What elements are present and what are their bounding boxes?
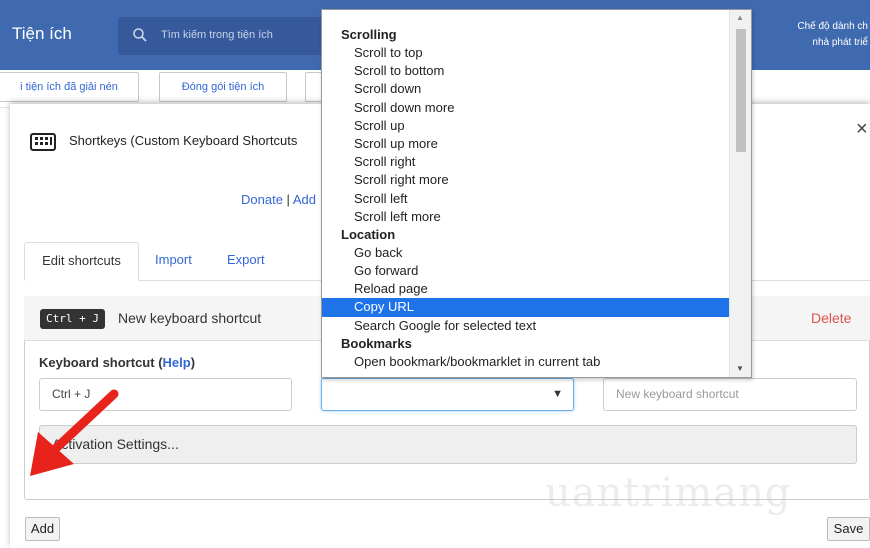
extension-name: Shortkeys (Custom Keyboard Shortcuts	[69, 133, 298, 148]
pack-extension-button[interactable]: Đóng gói tiện ích	[159, 72, 287, 102]
dropdown-option[interactable]: Scroll down more	[322, 99, 729, 117]
scrollbar-thumb[interactable]	[736, 29, 746, 152]
developer-mode-line1: Chế độ dành ch	[797, 21, 868, 32]
paren-open: (	[154, 355, 163, 370]
dropdown-group-label: Scrolling	[341, 27, 397, 42]
action-select[interactable]: ▼	[321, 378, 574, 411]
activation-settings-button[interactable]: Activation Settings...	[39, 425, 857, 464]
donate-link[interactable]: Donate	[241, 192, 283, 207]
tab-import[interactable]: Import	[155, 242, 192, 281]
help-link[interactable]: Help	[163, 355, 191, 370]
add-link[interactable]: Add	[293, 192, 316, 207]
link-separator: |	[286, 192, 290, 207]
shortcut-title: New keyboard shortcut	[118, 310, 262, 326]
search-box[interactable]: Tìm kiếm trong tiện ích	[118, 17, 322, 55]
add-button[interactable]: Add	[25, 517, 60, 541]
shortcut-name-input[interactable]: New keyboard shortcut	[603, 378, 857, 411]
keyboard-icon	[30, 133, 56, 151]
select-caret-icon: ▼	[552, 388, 563, 400]
dropdown-option[interactable]: Scroll up	[322, 117, 729, 135]
developer-mode-line2: nhà phát triể	[812, 37, 868, 48]
dropdown-option[interactable]: Scroll right more	[322, 171, 729, 189]
watermark-text: uantrimang	[545, 470, 792, 516]
dropdown-option[interactable]: Scroll down	[322, 80, 729, 98]
dropdown-option[interactable]: Copy URL	[322, 298, 729, 317]
scroll-down-arrow-icon[interactable]: ▼	[736, 364, 744, 373]
dropdown-option[interactable]: Search Google for selected text	[322, 317, 729, 335]
dropdown-option[interactable]: Open bookmark/bookmarklet in current tab	[322, 353, 729, 371]
dropdown-option[interactable]: Go back	[322, 244, 729, 262]
load-unpacked-button[interactable]: i tiện ích đã giải nén	[0, 72, 139, 102]
dropdown-option[interactable]: Scroll up more	[322, 135, 729, 153]
tab-export[interactable]: Export	[227, 242, 265, 281]
search-placeholder: Tìm kiếm trong tiện ích	[161, 29, 273, 41]
save-button[interactable]: Save	[827, 517, 870, 541]
keyboard-shortcut-label: Keyboard shortcut (Help)	[39, 355, 195, 370]
red-arrow-icon	[30, 389, 119, 476]
developer-mode-label[interactable]: Chế độ dành ch nhà phát triể	[797, 19, 868, 51]
delete-link[interactable]: Delete	[811, 310, 851, 326]
action-dropdown-list[interactable]: Scrolling Scroll to top Scroll to bottom Sc…	[321, 9, 752, 378]
scroll-up-arrow-icon[interactable]: ▲	[736, 13, 744, 22]
dropdown-option[interactable]: Scroll to bottom	[322, 62, 729, 80]
dropdown-option[interactable]: Scroll left	[322, 190, 729, 208]
dropdown-group-label: Location	[341, 226, 396, 242]
header-links: Donate | Add	[241, 192, 316, 207]
tab-edit-shortcuts[interactable]: Edit shortcuts	[24, 242, 139, 281]
dropdown-option[interactable]: Scroll right	[322, 153, 729, 171]
shortcut-kbd-badge: Ctrl + J	[40, 309, 105, 329]
dropdown-option[interactable]: Reload page	[322, 280, 729, 298]
search-icon	[133, 28, 147, 42]
dropdown-options: Scrolling Scroll to top Scroll to bottom Sc…	[322, 26, 729, 371]
dropdown-option[interactable]: Scroll to top	[322, 44, 729, 62]
field-label-text: Keyboard shortcut	[39, 355, 155, 370]
dropdown-option[interactable]: Scroll left more	[322, 208, 729, 226]
dropdown-option[interactable]: Go forward	[322, 262, 729, 280]
close-icon[interactable]: ×	[856, 118, 868, 141]
dropdown-scrollbar[interactable]: ▲ ▼	[729, 10, 751, 377]
paren-close: )	[190, 355, 196, 370]
dropdown-group-label: Bookmarks	[341, 335, 412, 351]
page-title: Tiện ích	[12, 24, 72, 43]
